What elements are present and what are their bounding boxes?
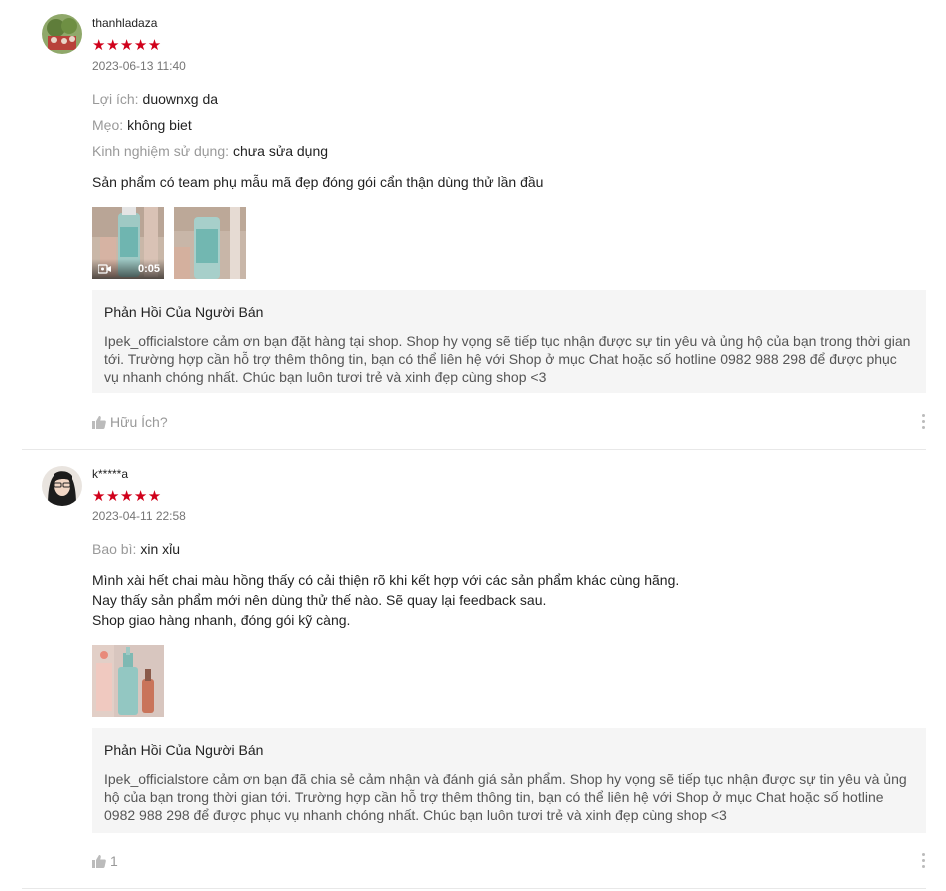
attribute-label: Lợi ích: <box>92 91 139 107</box>
rating-stars: ★★★★★ <box>92 488 162 505</box>
more-vertical-icon[interactable] <box>920 853 926 868</box>
attribute-value: không biet <box>127 117 192 133</box>
review-time: 2023-06-13 11:40 <box>92 59 186 73</box>
more-vertical-icon[interactable] <box>920 414 926 429</box>
review-image-thumbnail[interactable] <box>174 207 246 279</box>
helpful-label: Hữu Ích? <box>110 414 168 430</box>
avatar[interactable] <box>42 466 82 506</box>
seller-reply-title: Phản Hồi Của Người Bán <box>104 304 264 320</box>
attribute-label: Mẹo: <box>92 117 124 133</box>
avatar[interactable] <box>42 14 82 54</box>
like-button[interactable]: 1 <box>92 853 118 869</box>
attribute-tip: Mẹo: không biet <box>92 117 192 133</box>
thumbs-up-icon <box>92 854 106 868</box>
rating-stars: ★★★★★ <box>92 37 162 54</box>
seller-reply-body: Ipek_officialstore cảm ơn bạn đặt hàng t… <box>104 333 911 385</box>
seller-reply: Phản Hồi Của Người Bán Ipek_officialstor… <box>92 728 926 833</box>
helpful-button[interactable]: Hữu Ích? <box>92 414 168 430</box>
attribute-experience: Kinh nghiệm sử dụng: chưa sửa dụng <box>92 143 328 159</box>
review-item: thanhladaza ★★★★★ 2023-06-13 11:40 Lợi í… <box>22 0 926 450</box>
review-media: 0:05 <box>92 207 246 279</box>
attribute-value: xin xỉu <box>140 541 181 557</box>
seller-reply: Phản Hồi Của Người Bán Ipek_officialstor… <box>92 290 926 393</box>
attribute-value: chưa sửa dụng <box>233 143 329 159</box>
review-media <box>92 645 164 717</box>
like-count: 1 <box>110 853 118 869</box>
attribute-value: duownxg da <box>142 91 219 107</box>
seller-reply-title: Phản Hồi Của Người Bán <box>104 742 264 758</box>
video-duration: 0:05 <box>137 263 160 275</box>
attribute-label: Kinh nghiệm sử dụng: <box>92 143 230 159</box>
review-time: 2023-04-11 22:58 <box>92 509 186 523</box>
video-camera-icon <box>98 264 111 274</box>
review-item: k*****a ★★★★★ 2023-04-11 22:58 Bao bì: xi… <box>22 450 926 889</box>
thumbs-up-icon <box>92 415 106 429</box>
review-comment: Mình xài hết chai màu hồng thấy có cải t… <box>92 572 680 628</box>
reviewer-name[interactable]: thanhladaza <box>92 16 157 30</box>
review-comment: Sản phẩm có team phụ mẫu mã đẹp đóng gói… <box>92 174 544 190</box>
video-overlay: 0:05 <box>92 259 164 279</box>
seller-reply-body: Ipek_officialstore cảm ơn bạn đã chia sẻ… <box>104 771 907 823</box>
attribute-benefit: Lợi ích: duownxg da <box>92 91 218 107</box>
review-video-thumbnail[interactable]: 0:05 <box>92 207 164 279</box>
attribute-packaging: Bao bì: xin xỉu <box>92 541 180 557</box>
review-image-thumbnail[interactable] <box>92 645 164 717</box>
reviewer-name[interactable]: k*****a <box>92 467 128 481</box>
attribute-label: Bao bì: <box>92 541 137 557</box>
